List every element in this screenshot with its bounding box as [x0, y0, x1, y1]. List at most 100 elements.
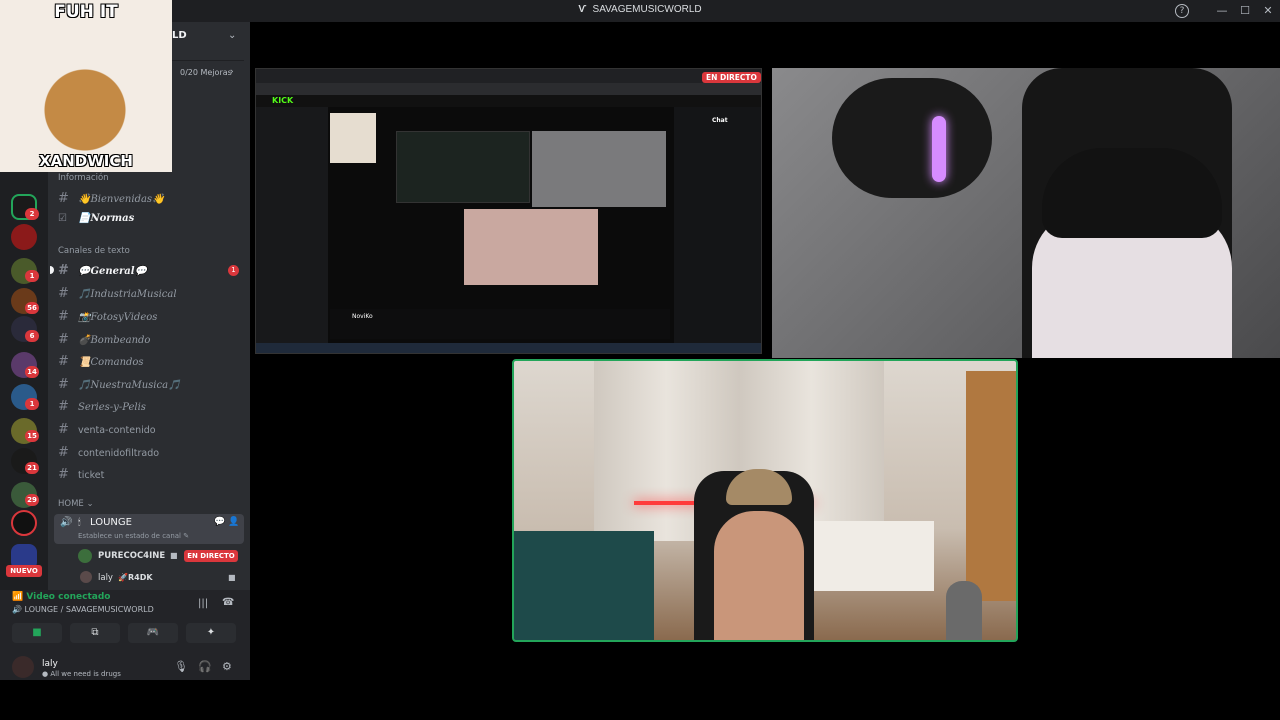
- channel-contenidofiltrado[interactable]: # contenidofiltrado: [58, 445, 244, 463]
- pencil-icon: ✎: [183, 532, 190, 540]
- gear-icon[interactable]: ⚙: [222, 660, 232, 673]
- kick-chat: [674, 107, 761, 347]
- server-badge: 6: [25, 330, 39, 342]
- category-home-label: HOME: [58, 499, 84, 509]
- avatar[interactable]: [78, 549, 92, 563]
- channel-label: Bienvenidas: [90, 194, 153, 205]
- meme-bottom-text: XANDWICH: [39, 152, 133, 170]
- category-home[interactable]: HOME ⌄: [58, 499, 94, 509]
- speaker-icon: 🔊: [12, 605, 22, 614]
- camera-icon: ■: [228, 573, 236, 582]
- camera-button[interactable]: ■: [12, 623, 62, 643]
- channel-bombeando[interactable]: # 💣Bombeando: [58, 332, 244, 350]
- window-title-text: SAVAGEMUSICWORLD: [592, 4, 702, 15]
- channel-emoji-suffix: 💬: [134, 266, 147, 277]
- category-info[interactable]: Información: [58, 173, 109, 183]
- hash-icon: #: [58, 377, 69, 392]
- user-status-text: All we need is drugs: [50, 670, 121, 678]
- hash-icon: #: [58, 422, 69, 437]
- channel-label: Comandos: [90, 357, 144, 368]
- server-badge: 21: [25, 462, 39, 474]
- channel-fotosyvideos[interactable]: # 📸FotosyVideos: [58, 309, 244, 327]
- screen-share-button[interactable]: ⧉: [70, 623, 120, 643]
- browser-addressbar: [256, 83, 761, 95]
- sofa: [514, 531, 654, 640]
- noise-suppression-icon[interactable]: |||: [198, 598, 208, 609]
- webcam-stream-main[interactable]: [512, 359, 1018, 642]
- hash-icon: #: [58, 263, 69, 278]
- webcam-stream-top[interactable]: [772, 68, 1280, 358]
- mention-badge: 1: [228, 265, 239, 276]
- channel-series-y-pelis[interactable]: # Series-y-Pelis: [58, 399, 244, 417]
- divider: [172, 60, 244, 61]
- server-badge: 15: [25, 430, 39, 442]
- chat-icon[interactable]: 💬: [214, 517, 225, 527]
- kick-stream-info: [330, 309, 670, 339]
- channel-ticket[interactable]: # ticket: [58, 467, 244, 485]
- add-member-icon[interactable]: 👤: [228, 517, 239, 527]
- channel-bienvenidas[interactable]: # 👋Bienvenidas👋: [58, 191, 244, 209]
- headphones-icon[interactable]: 🎧: [198, 660, 212, 673]
- server-name[interactable]: LD: [172, 30, 187, 41]
- server-badge: 56: [25, 302, 39, 314]
- kick-streamer-name: NoviKo: [352, 313, 373, 320]
- channel-label: Bombeando: [90, 335, 151, 346]
- microphone-icon[interactable]: 🎙: [174, 660, 188, 673]
- channel-normas[interactable]: ☑ 📄Normas: [58, 213, 244, 231]
- channel-label: Normas: [90, 213, 135, 224]
- maximize-button[interactable]: ☐: [1237, 3, 1253, 19]
- user-name[interactable]: laly: [42, 659, 58, 669]
- screen-share-stream[interactable]: KICK Chat NoviKo EN DIRECTO: [255, 68, 762, 354]
- channel-nuestramusica[interactable]: # 🎵NuestraMusica🎵: [58, 377, 244, 395]
- channel-industriamusical[interactable]: # 🎵IndustriaMusical: [58, 286, 244, 304]
- channel-emoji: 🎵: [78, 289, 91, 300]
- help-button[interactable]: ?: [1175, 4, 1189, 18]
- server-logo-icon: Ѵ: [578, 4, 587, 15]
- close-button[interactable]: ✕: [1260, 3, 1276, 19]
- avatar[interactable]: [80, 571, 92, 583]
- voice-member-tag: R4DK: [128, 573, 153, 582]
- avatar[interactable]: [12, 656, 34, 678]
- window-title: Ѵ SAVAGEMUSICWORLD: [0, 4, 1280, 15]
- channel-venta-contenido[interactable]: # venta-contenido: [58, 422, 244, 440]
- hash-icon: #: [58, 191, 69, 206]
- hash-icon: #: [58, 445, 69, 460]
- channel-emoji: 💣: [78, 335, 91, 346]
- voice-member-name[interactable]: PURECOC4INE: [98, 551, 165, 561]
- window-titlebar: Ѵ SAVAGEMUSICWORLD ? — ☐ ✕: [0, 0, 1280, 22]
- chevron-down-icon: ⌄: [86, 499, 94, 509]
- voice-member-name[interactable]: laly: [98, 573, 113, 583]
- disconnect-icon[interactable]: ☎: [222, 597, 234, 608]
- chevron-down-icon[interactable]: ⌄: [228, 30, 236, 41]
- minimize-button[interactable]: —: [1214, 3, 1230, 19]
- soundboard-button[interactable]: ✦: [186, 623, 236, 643]
- channel-label: ticket: [78, 470, 105, 481]
- kick-header: [256, 95, 761, 107]
- person: [714, 511, 804, 640]
- server-icon[interactable]: [11, 224, 37, 250]
- hash-icon: #: [58, 309, 69, 324]
- channel-status-input[interactable]: Establece un estado de canal ✎: [78, 532, 189, 540]
- connection-channel-text: LOUNGE / SAVAGEMUSICWORLD: [24, 605, 154, 614]
- channel-general[interactable]: # 💬General💬: [58, 263, 244, 281]
- rocket-icon: 🚀: [118, 573, 128, 582]
- channel-comandos[interactable]: # 📜Comandos: [58, 354, 244, 372]
- connection-channel[interactable]: 🔊 LOUNGE / SAVAGEMUSICWORLD: [12, 605, 154, 614]
- camera-icon: ■: [32, 627, 42, 638]
- category-text-channels[interactable]: Canales de texto: [58, 246, 130, 256]
- channel-label: contenidofiltrado: [78, 448, 160, 459]
- kick-sidebar: [256, 107, 328, 347]
- microphone-shape: [946, 581, 982, 640]
- voice-emoji-icon: 🕯: [78, 518, 81, 528]
- server-icon-savagemusicworld[interactable]: [11, 510, 37, 536]
- nested-screen: [396, 131, 530, 203]
- activity-button[interactable]: 🎮: [128, 623, 178, 643]
- channel-label: NuestraMusica: [90, 380, 169, 391]
- gamepad-icon: 🎮: [146, 627, 160, 638]
- server-boosts[interactable]: 0/20 Mejoras: [180, 68, 232, 77]
- channel-emoji: 📄: [78, 213, 91, 224]
- nested-cam-main: [464, 209, 598, 285]
- voice-channel-name: LOUNGE: [90, 517, 132, 528]
- channel-label: General: [90, 266, 135, 277]
- live-badge: EN DIRECTO: [702, 72, 761, 83]
